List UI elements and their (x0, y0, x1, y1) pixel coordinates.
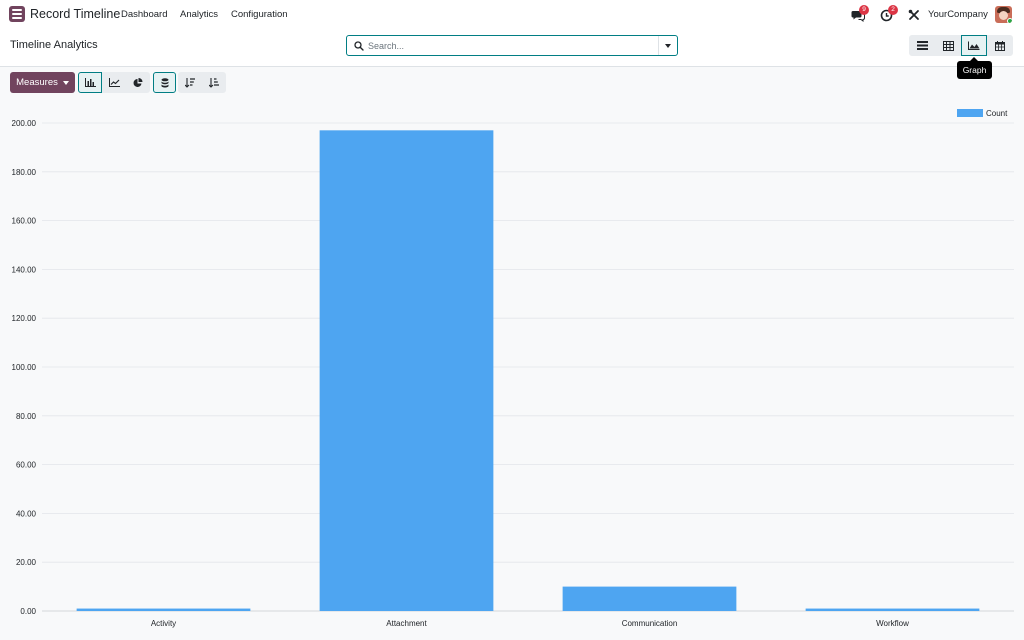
y-tick-label: 20.00 (16, 558, 37, 567)
list-view-icon (916, 41, 928, 50)
bar-activity[interactable] (76, 608, 251, 611)
pivot-view-button[interactable] (935, 35, 961, 56)
search-icon (354, 41, 364, 51)
activities-badge: 2 (888, 5, 898, 15)
sort-ascending-icon (209, 77, 219, 88)
y-tick-label: 80.00 (16, 412, 37, 421)
line-chart-button[interactable] (102, 72, 126, 93)
x-axis-ticks: Activity Attachment Communication Workflow (151, 619, 909, 628)
y-tick-label: 0.00 (20, 607, 36, 616)
activity-clock-icon[interactable]: 2 (880, 5, 898, 22)
graph-tooltip: Graph (957, 57, 992, 79)
y-tick-label: 180.00 (12, 168, 37, 177)
messages-badge: 9 (859, 5, 869, 15)
y-tick-label: 40.00 (16, 509, 37, 518)
sort-descending-button[interactable] (178, 72, 202, 93)
graph-view-button[interactable] (961, 35, 987, 56)
y-tick-label: 60.00 (16, 461, 37, 470)
line-chart-icon (108, 78, 120, 87)
control-panel: Timeline Analytics (0, 30, 1024, 67)
messaging-icon[interactable]: 9 (851, 5, 869, 22)
sort-descending-icon (185, 77, 195, 88)
chart-legend[interactable]: Count (957, 109, 1008, 118)
chart-grid (42, 122, 1014, 612)
caret-down-icon (62, 80, 69, 85)
app-name[interactable]: Record Timeline (30, 7, 120, 21)
y-tick-label: 160.00 (12, 217, 37, 226)
calendar-view-button[interactable] (987, 35, 1013, 56)
list-view-button[interactable] (909, 35, 935, 56)
graph-view-icon (968, 41, 980, 50)
online-status-icon (1007, 18, 1012, 23)
x-tick-label: Workflow (876, 619, 909, 628)
y-tick-label: 120.00 (12, 314, 37, 323)
legend-label: Count (986, 109, 1008, 118)
menu-analytics[interactable]: Analytics (180, 9, 218, 20)
sort-group (178, 72, 226, 93)
y-tick-label: 200.00 (12, 119, 37, 128)
view-switcher (909, 35, 1013, 56)
x-tick-label: Attachment (386, 619, 427, 628)
stacked-group (153, 72, 176, 93)
y-axis-ticks: 0.00 20.00 40.00 60.00 80.00 100.00 120.00 140.… (12, 119, 37, 616)
breadcrumb-title: Timeline Analytics (10, 39, 98, 51)
user-avatar[interactable] (995, 6, 1012, 23)
menu-configuration[interactable]: Configuration (231, 9, 288, 20)
x-tick-label: Activity (151, 619, 176, 628)
bar-chart-icon (84, 78, 96, 87)
chevron-down-icon (665, 43, 671, 48)
search-bar[interactable] (346, 35, 678, 56)
calendar-view-icon (995, 40, 1005, 51)
y-tick-label: 140.00 (12, 265, 37, 274)
bar-workflow[interactable] (805, 608, 980, 611)
app-menu-icon[interactable] (9, 6, 25, 22)
database-stack-icon (161, 77, 168, 87)
pie-chart-icon (133, 77, 143, 87)
y-tick-label: 100.00 (12, 363, 37, 372)
chart-type-group (78, 72, 150, 93)
menu-dashboard[interactable]: Dashboard (121, 9, 167, 20)
bar-chart: 0.00 20.00 40.00 60.00 80.00 100.00 120.00 140.… (12, 109, 1014, 628)
search-input[interactable] (368, 38, 648, 53)
measures-dropdown[interactable]: Measures (10, 72, 75, 93)
stacked-button[interactable] (153, 72, 176, 93)
top-navbar: Record Timeline Dashboard Analytics Conf… (0, 0, 1024, 30)
bar-chart-button[interactable] (78, 72, 102, 93)
x-tick-label: Communication (622, 619, 678, 628)
pivot-view-icon (942, 40, 954, 51)
chart-bars (76, 130, 980, 611)
tools-icon[interactable] (907, 8, 921, 22)
legend-swatch (957, 109, 983, 117)
search-options-toggle[interactable] (658, 36, 677, 55)
measures-label: Measures (16, 77, 58, 88)
bar-communication[interactable] (562, 586, 737, 611)
pie-chart-button[interactable] (126, 72, 150, 93)
sort-ascending-button[interactable] (202, 72, 226, 93)
company-switcher[interactable]: YourCompany (928, 9, 988, 20)
bar-attachment[interactable] (319, 130, 494, 611)
